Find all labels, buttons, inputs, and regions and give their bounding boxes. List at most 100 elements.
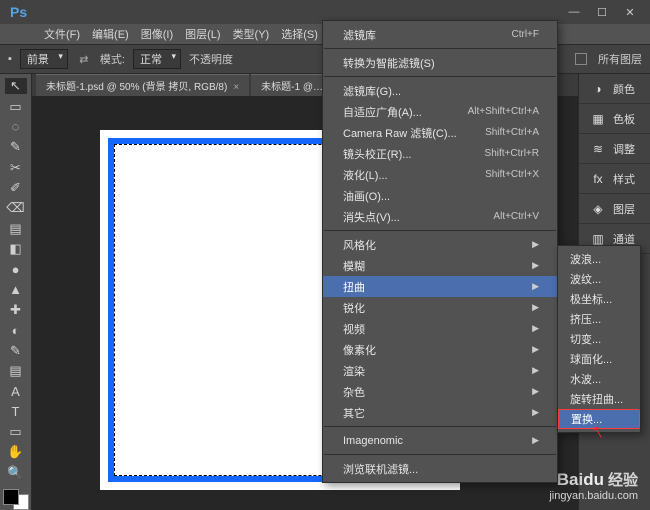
- tool-17[interactable]: ▭: [5, 424, 27, 440]
- color-swatches[interactable]: [3, 489, 29, 510]
- menu-文件(F)[interactable]: 文件(F): [38, 23, 86, 45]
- menu-item-转换为智能滤镜(S)[interactable]: 转换为智能滤镜(S): [323, 52, 557, 73]
- submenu-arrow-icon: ▶: [532, 344, 539, 355]
- app-logo: Ps: [6, 4, 31, 20]
- tool-15[interactable]: A: [5, 383, 27, 399]
- submenu-arrow-icon: ▶: [532, 281, 539, 292]
- submenu-item-球面化...[interactable]: 球面化...: [558, 349, 640, 369]
- separator: [324, 76, 556, 77]
- tool-10[interactable]: ▲: [5, 281, 27, 297]
- menu-item-渲染[interactable]: 渲染▶: [323, 360, 557, 381]
- menu-item-label: 液化(L)...: [343, 167, 388, 183]
- all-layers-label: 所有图层: [598, 51, 642, 67]
- watermark: Baidu经验 jingyan.baidu.com: [549, 469, 638, 502]
- shortcut: Shift+Ctrl+X: [485, 169, 539, 180]
- tool-5[interactable]: ✐: [5, 180, 27, 196]
- submenu-item-波浪...[interactable]: 波浪...: [558, 249, 640, 269]
- swap-icon[interactable]: ⇄: [76, 51, 92, 67]
- fg-color[interactable]: [3, 489, 19, 505]
- menu-编辑(E)[interactable]: 编辑(E): [86, 23, 135, 45]
- menu-item-label: 滤镜库(G)...: [343, 83, 401, 99]
- tab-close-icon[interactable]: ×: [233, 82, 239, 93]
- distort-submenu: 波浪...波纹...极坐标...挤压...切变...球面化...水波...旋转扭…: [557, 245, 641, 433]
- menu-item-扭曲[interactable]: 扭曲▶: [323, 276, 557, 297]
- tool-6[interactable]: ⌫: [5, 200, 27, 216]
- panel-色板[interactable]: ▦色板: [579, 104, 650, 134]
- tool-9[interactable]: ●: [5, 261, 27, 277]
- submenu-item-水波...[interactable]: 水波...: [558, 369, 640, 389]
- menu-item-其它[interactable]: 其它▶: [323, 402, 557, 423]
- submenu-arrow-icon: ▶: [532, 302, 539, 313]
- maximize-button[interactable]: ☐: [588, 3, 616, 21]
- menu-item-风格化[interactable]: 风格化▶: [323, 234, 557, 255]
- shortcut: Shift+Ctrl+A: [485, 127, 539, 138]
- separator: [324, 426, 556, 427]
- submenu-item-切变...[interactable]: 切变...: [558, 329, 640, 349]
- panel-调整[interactable]: ≋调整: [579, 134, 650, 164]
- tool-4[interactable]: ✂: [5, 159, 27, 175]
- menu-item-视频[interactable]: 视频 ▶: [323, 318, 557, 339]
- menu-item-油画(O)...[interactable]: 油画(O)...: [323, 185, 557, 206]
- menu-item-label: 锐化: [343, 300, 365, 316]
- separator: [324, 48, 556, 49]
- all-layers-checkbox[interactable]: [575, 53, 587, 65]
- menu-item-消失点(V)...[interactable]: 消失点(V)...Alt+Ctrl+V: [323, 206, 557, 227]
- tool-1[interactable]: ▭: [5, 98, 27, 114]
- tool-2[interactable]: ◌: [5, 119, 27, 135]
- tool-14[interactable]: ▤: [5, 363, 27, 379]
- menu-item-滤镜库[interactable]: 滤镜库Ctrl+F: [323, 24, 557, 45]
- panel-样式[interactable]: fx样式: [579, 164, 650, 194]
- submenu-arrow-icon: ▶: [532, 365, 539, 376]
- menu-item-镜头校正(R)...[interactable]: 镜头校正(R)...Shift+Ctrl+R: [323, 143, 557, 164]
- menu-item-label: 视频: [343, 321, 365, 337]
- tool-3[interactable]: ✎: [5, 139, 27, 155]
- menu-item-Imagenomic[interactable]: Imagenomic▶: [323, 430, 557, 451]
- menu-item-自适应广角(A)...[interactable]: 自适应广角(A)...Alt+Shift+Ctrl+A: [323, 101, 557, 122]
- tool-12[interactable]: ◐: [5, 322, 27, 338]
- menu-类型(Y)[interactable]: 类型(Y): [227, 23, 276, 45]
- mode-select[interactable]: 正常: [133, 49, 181, 69]
- shortcut: Alt+Ctrl+V: [493, 211, 539, 222]
- tool-18[interactable]: ✋: [5, 444, 27, 460]
- panel-颜色[interactable]: ◑颜色: [579, 74, 650, 104]
- tool-11[interactable]: ✚: [5, 302, 27, 318]
- tool-8[interactable]: ◧: [5, 241, 27, 257]
- submenu-item-旋转扭曲...[interactable]: 旋转扭曲...: [558, 389, 640, 409]
- menu-item-模糊[interactable]: 模糊▶: [323, 255, 557, 276]
- panel-label: 图层: [613, 201, 635, 217]
- menu-item-液化(L)...[interactable]: 液化(L)... Shift+Ctrl+X: [323, 164, 557, 185]
- minimize-button[interactable]: —: [560, 3, 588, 21]
- doc-tab-0[interactable]: 未标题-1.psd @ 50% (背景 拷贝, RGB/8)×: [36, 74, 249, 96]
- tool-0[interactable]: ↖: [5, 78, 27, 94]
- shortcut: Ctrl+F: [512, 29, 540, 40]
- menu-item-杂色[interactable]: 杂色▶: [323, 381, 557, 402]
- panel-label: 调整: [613, 141, 635, 157]
- menu-item-label: 油画(O)...: [343, 188, 390, 204]
- watermark-brand: Baidu经验: [549, 469, 638, 490]
- menu-item-滤镜库(G)...[interactable]: 滤镜库(G)...: [323, 80, 557, 101]
- menu-图像(I)[interactable]: 图像(I): [135, 23, 179, 45]
- menu-item-label: 转换为智能滤镜(S): [343, 55, 435, 71]
- opacity-label: 不透明度: [189, 51, 233, 67]
- menu-item-label: Imagenomic: [343, 435, 403, 447]
- menu-item-锐化[interactable]: 锐化 ▶: [323, 297, 557, 318]
- menu-item-Camera Raw 滤镜(C)...[interactable]: Camera Raw 滤镜(C)...Shift+Ctrl+A: [323, 122, 557, 143]
- tool-7[interactable]: ▤: [5, 220, 27, 236]
- tool-19[interactable]: 🔍: [5, 465, 27, 481]
- foreground-select[interactable]: 前景: [20, 49, 68, 69]
- submenu-item-挤压...[interactable]: 挤压...: [558, 309, 640, 329]
- menu-图层(L)[interactable]: 图层(L): [179, 23, 226, 45]
- mode-label: 模式:: [100, 51, 125, 67]
- close-button[interactable]: ✕: [616, 3, 644, 21]
- menu-item-像素化[interactable]: 像素化▶: [323, 339, 557, 360]
- submenu-arrow-icon: ▶: [532, 323, 539, 334]
- panel-图层[interactable]: ◈图层: [579, 194, 650, 224]
- submenu-item-波纹...[interactable]: 波纹...: [558, 269, 640, 289]
- tool-16[interactable]: T: [5, 404, 27, 420]
- submenu-item-极坐标...[interactable]: 极坐标...: [558, 289, 640, 309]
- menu-选择(S)[interactable]: 选择(S): [275, 23, 324, 45]
- menu-item-浏览联机滤镜...[interactable]: 浏览联机滤镜...: [323, 458, 557, 479]
- tool-13[interactable]: ✎: [5, 342, 27, 358]
- 色板-icon: ▦: [591, 112, 605, 126]
- submenu-arrow-icon: ▶: [532, 260, 539, 271]
